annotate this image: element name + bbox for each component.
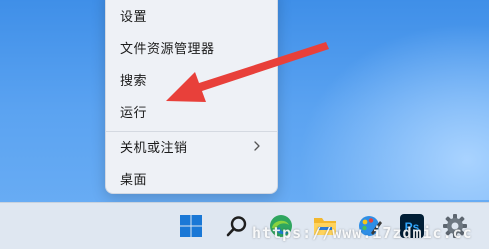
menu-item-desktop[interactable]: 桌面 (106, 163, 277, 193)
chevron-right-icon (254, 141, 260, 151)
menu-item-label: 运行 (120, 105, 148, 121)
search-icon[interactable] (222, 211, 252, 241)
menu-item-label: 搜索 (120, 73, 148, 89)
menu-item-label: 桌面 (120, 172, 148, 188)
watermark-text: https://www.i7zdmic.cc (252, 224, 473, 242)
desktop-wallpaper (270, 0, 489, 200)
start-context-menu: 设置 文件资源管理器 搜索 运行 关机或注销 桌面 (105, 0, 278, 194)
windows-start-icon[interactable] (176, 211, 206, 241)
menu-item-label: 关机或注销 (120, 140, 188, 156)
menu-item-settings[interactable]: 设置 (106, 0, 277, 30)
menu-item-search[interactable]: 搜索 (106, 64, 277, 94)
menu-item-label: 文件资源管理器 (120, 41, 215, 57)
menu-item-run[interactable]: 运行 (106, 96, 277, 126)
menu-item-shutdown-signout[interactable]: 关机或注销 (106, 131, 277, 161)
menu-item-file-explorer[interactable]: 文件资源管理器 (106, 32, 277, 62)
menu-item-label: 设置 (120, 9, 148, 25)
